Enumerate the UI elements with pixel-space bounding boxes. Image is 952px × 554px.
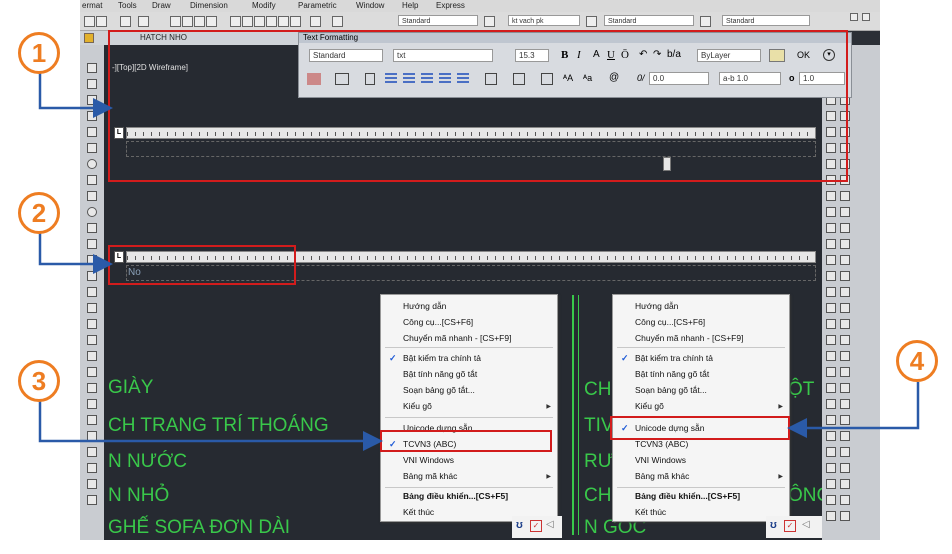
arrow-2 bbox=[38, 232, 113, 274]
arrow-1 bbox=[38, 72, 113, 118]
callout-badge-1: 1 bbox=[18, 32, 60, 74]
callout-badge-3: 3 bbox=[18, 360, 60, 402]
callout-badge-4: 4 bbox=[896, 340, 938, 382]
arrow-4 bbox=[787, 382, 920, 438]
callout-badge-2: 2 bbox=[18, 192, 60, 234]
arrow-3 bbox=[38, 400, 383, 451]
annotation-arrows bbox=[38, 72, 920, 451]
